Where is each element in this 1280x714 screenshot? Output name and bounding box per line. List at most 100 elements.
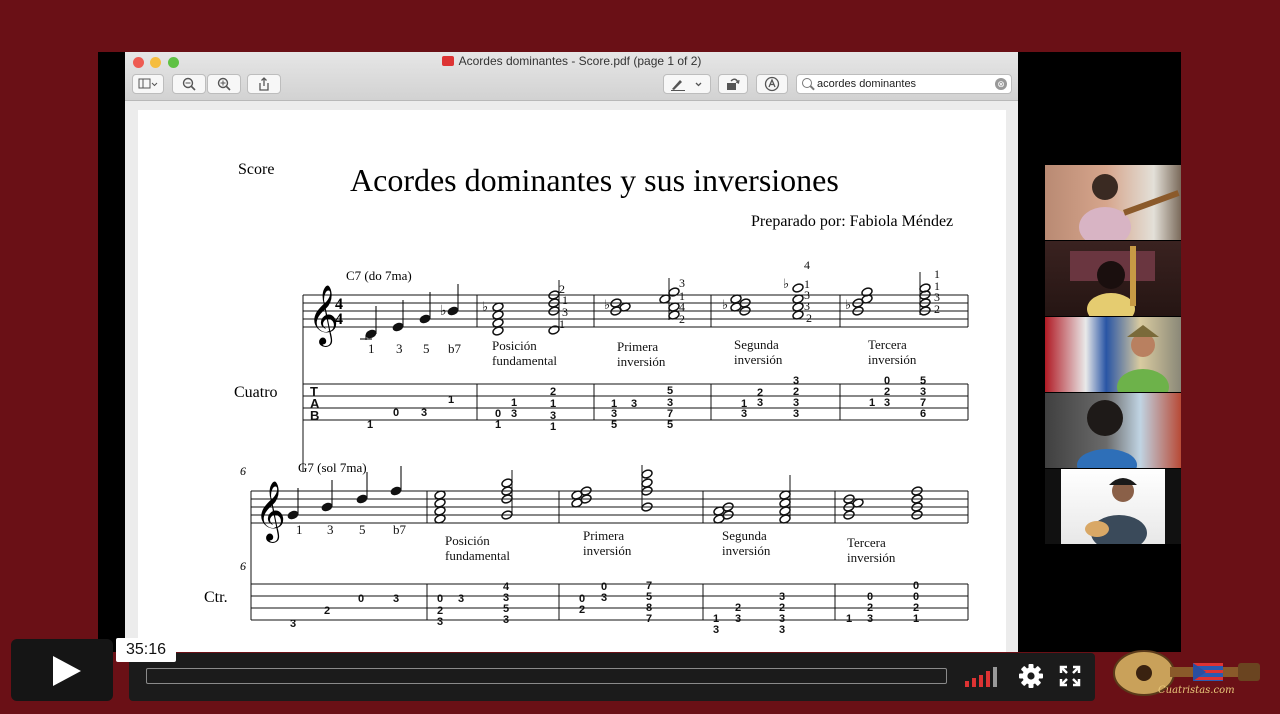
zoom-in-icon [217,77,231,91]
svg-text:2: 2 [806,311,812,325]
svg-text:3: 3 [511,408,517,420]
svg-text:2: 2 [579,604,585,616]
svg-text:3: 3 [327,522,334,537]
clear-search-button[interactable]: ⊗ [995,78,1007,90]
scale-notes-c7: ♭ [360,284,460,340]
svg-text:3: 3 [437,616,443,628]
svg-text:3: 3 [735,613,741,625]
svg-text:inversión: inversión [617,354,666,369]
person-avatar-icon [1079,174,1180,240]
search-field[interactable]: acordes dominantes ⊗ [796,74,1012,94]
score-sheet: Score Acordes dominantes y sus inversion… [204,161,969,636]
svg-text:Posición: Posición [445,533,490,548]
svg-text:♭: ♭ [440,304,447,319]
svg-text:3: 3 [779,624,785,636]
svg-text:Primera: Primera [617,339,658,354]
svg-text:1: 1 [367,419,373,431]
svg-text:b7: b7 [393,522,407,537]
svg-text:3: 3 [757,397,763,409]
inversion-labels-1: Posición fundamental Primera inversión S… [492,337,917,369]
svg-text:3: 3 [290,618,296,630]
participant-video-4[interactable] [1045,393,1181,468]
participant-video-3[interactable] [1045,317,1181,392]
chord-name-g7: G7 (sol 7ma) [298,460,367,475]
svg-text:1: 1 [550,398,556,410]
chord-name-c7: C7 (do 7ma) [346,268,412,283]
svg-text:1: 1 [550,421,556,433]
svg-text:0: 0 [437,593,443,605]
svg-text:3: 3 [503,614,509,626]
person-avatar-icon [1117,325,1169,392]
measure-number: 6 [240,464,246,478]
svg-text:b7: b7 [448,341,462,356]
play-button[interactable] [11,639,113,701]
participant-video-2[interactable] [1045,241,1181,316]
svg-text:2: 2 [550,386,556,398]
svg-text:3: 3 [884,397,890,409]
svg-text:3: 3 [741,408,747,420]
cuatro-logo-icon [1113,650,1260,696]
svg-text:5: 5 [611,419,617,431]
svg-text:3: 3 [713,624,719,636]
svg-text:1: 1 [368,341,375,356]
tab-clef: T A B [310,384,320,423]
svg-text:2: 2 [324,605,330,617]
markup-button[interactable] [663,74,711,94]
zoom-out-icon [182,77,196,91]
participant-video-5[interactable] [1045,469,1181,544]
svg-text:1: 1 [846,613,852,625]
svg-text:inversión: inversión [847,550,896,565]
svg-text:1: 1 [559,317,565,331]
svg-text:5: 5 [359,522,366,537]
svg-text:1: 1 [913,613,919,625]
svg-text:3: 3 [601,592,607,604]
svg-text:3: 3 [679,276,685,290]
svg-text:3: 3 [458,593,464,605]
score-label: Score [238,161,274,178]
share-button[interactable] [247,74,281,94]
gear-icon[interactable] [1017,662,1045,690]
svg-text:inversión: inversión [722,543,771,558]
sidebar-toggle-button[interactable] [132,74,164,94]
pdf-icon [441,56,454,66]
svg-text:♭: ♭ [482,299,488,314]
annotate-button[interactable] [756,74,788,94]
svg-text:♭: ♭ [604,297,610,312]
zoom-in-button[interactable] [207,74,241,94]
window-title: Acordes dominantes - Score.pdf (page 1 o… [125,54,1018,68]
svg-text:5: 5 [667,419,673,431]
rotate-icon [727,78,740,90]
zoom-out-button[interactable] [172,74,206,94]
svg-text:Posición: Posición [492,338,537,353]
svg-text:2: 2 [934,302,940,316]
participant-video-1[interactable] [1045,165,1181,240]
treble-clef-icon-2: 𝄞 [255,481,286,543]
time-signature-bottom: 4 [335,311,343,328]
fullscreen-icon[interactable] [1059,665,1081,687]
window-titlebar: Acordes dominantes - Score.pdf (page 1 o… [125,52,1018,101]
score-author: Preparado por: Fabiola Méndez [751,213,953,230]
svg-text:inversión: inversión [868,352,917,367]
svg-text:fundamental: fundamental [492,353,557,368]
svg-text:1: 1 [495,419,501,431]
svg-text:5: 5 [423,341,430,356]
pdf-page[interactable]: Score Acordes dominantes y sus inversion… [138,110,1006,652]
progress-bar[interactable] [146,668,947,684]
svg-text:♭: ♭ [783,276,789,291]
time-tooltip: 35:16 [116,638,176,662]
preview-window: Acordes dominantes - Score.pdf (page 1 o… [125,52,1018,652]
svg-text:3: 3 [421,407,427,419]
svg-text:1: 1 [869,397,875,409]
share-icon [259,77,269,91]
svg-text:4: 4 [804,258,810,272]
person-avatar-icon [1070,246,1155,316]
svg-text:3: 3 [793,408,799,420]
volume-bars-icon[interactable] [965,667,1001,687]
rotate-button[interactable] [718,74,748,94]
annotate-icon [764,76,780,92]
cuatristas-logo: Cuatristas.com [1108,645,1268,705]
inversion-labels-2: Posición fundamental Primera inversión S… [445,528,896,565]
score-title: Acordes dominantes y sus inversiones [350,162,839,198]
svg-text:Tercera: Tercera [847,535,886,550]
svg-text:Primera: Primera [583,528,624,543]
